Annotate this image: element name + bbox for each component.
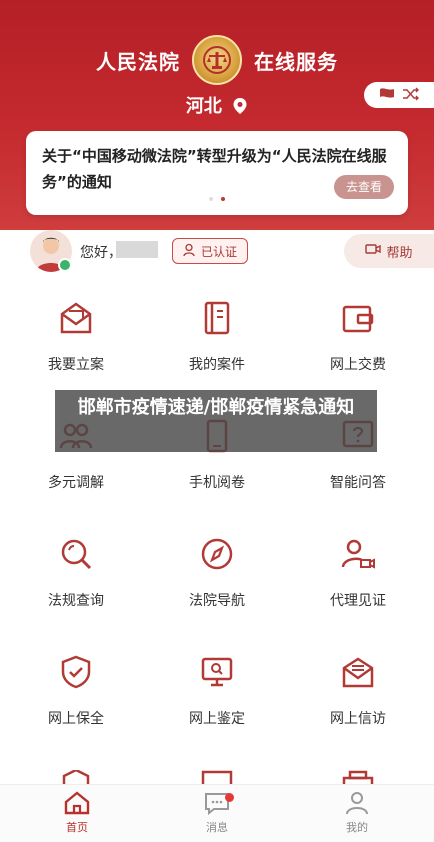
service-label: 手机阅卷 [189, 475, 245, 491]
court-emblem-icon [192, 35, 242, 85]
help-label: 帮助 [386, 245, 413, 261]
shield-check-icon [61, 655, 91, 689]
overlay-caption: 邯郸市疫情速递/邯郸疫情紧急通知 [55, 390, 377, 452]
location-pin-icon [232, 97, 248, 120]
compass-icon [201, 538, 233, 570]
tab-messages[interactable]: 消息 [177, 791, 257, 835]
flag-icon [378, 86, 396, 105]
tab-label: 消息 [206, 821, 228, 834]
service-petition[interactable]: 网上信访 [303, 648, 413, 748]
service-file-case[interactable]: 我要立案 [21, 294, 131, 394]
service-preservation[interactable]: 网上保全 [21, 648, 131, 748]
region-switch-button[interactable] [364, 82, 434, 108]
pager-dot-active [221, 197, 225, 201]
letter-icon [342, 657, 374, 688]
user-row: 您好， 已认证 帮助 [0, 226, 434, 278]
shuffle-icon [402, 86, 420, 105]
service-my-cases[interactable]: 我的案件 [162, 294, 272, 394]
service-label: 网上信访 [330, 711, 386, 727]
service-online-payment[interactable]: 网上交费 [303, 294, 413, 394]
service-label: 法规查询 [48, 593, 104, 609]
app-title-left: 人民法院 [96, 49, 180, 74]
service-label: 网上保全 [48, 711, 104, 727]
folder-case-icon [204, 301, 230, 335]
bottom-tab-bar: 首页 消息 我的 [0, 784, 434, 842]
wallet-icon [342, 305, 374, 333]
service-label: 代理见证 [330, 593, 386, 609]
service-court-navigation[interactable]: 法院导航 [162, 530, 272, 630]
header-banner: 人民法院 在线服务 河北 关于“中国移动微法院”转型升级为“人民法院在线服务”的… [0, 0, 434, 230]
tab-home[interactable]: 首页 [37, 791, 117, 835]
search-icon [61, 539, 92, 570]
service-agent-witness[interactable]: 代理见证 [303, 530, 413, 630]
location-label: 河北 [185, 96, 222, 117]
partial-grid-icon [62, 770, 90, 784]
partial-grid-icon [342, 770, 374, 784]
service-label: 智能问答 [330, 475, 386, 491]
service-law-search[interactable]: 法规查询 [21, 530, 131, 630]
person-icon [346, 792, 368, 815]
envelope-file-icon [60, 302, 92, 334]
video-help-icon [365, 243, 382, 259]
service-label: 法院导航 [189, 593, 245, 609]
home-icon [64, 791, 90, 815]
unread-badge [225, 793, 234, 802]
app-title: 人民法院 在线服务 [0, 30, 434, 90]
auth-status-badge[interactable]: 已认证 [172, 238, 248, 264]
service-label: 我要立案 [48, 357, 104, 373]
monitor-search-icon [201, 657, 233, 687]
agent-video-icon [341, 539, 375, 569]
auth-user-icon [183, 243, 197, 260]
verified-check-icon [58, 258, 72, 272]
help-button[interactable]: 帮助 [344, 234, 434, 268]
notice-card[interactable]: 关于“中国移动微法院”转型升级为“人民法院在线服务”的通知 去查看 [26, 131, 408, 215]
user-name-masked [116, 241, 158, 258]
service-label: 我的案件 [189, 357, 245, 373]
tab-label: 首页 [66, 821, 88, 834]
carousel-pager [0, 197, 434, 201]
tab-label: 我的 [346, 821, 368, 834]
service-label: 网上鉴定 [189, 711, 245, 727]
partial-grid-icon [201, 770, 233, 784]
app-title-right: 在线服务 [254, 49, 338, 74]
notice-view-button[interactable]: 去查看 [334, 175, 394, 199]
service-label: 多元调解 [48, 475, 104, 491]
service-appraisal[interactable]: 网上鉴定 [162, 648, 272, 748]
tab-profile[interactable]: 我的 [317, 791, 397, 835]
pager-dot [209, 197, 213, 201]
service-label: 网上交费 [330, 357, 386, 373]
auth-status-label: 已认证 [200, 244, 237, 259]
